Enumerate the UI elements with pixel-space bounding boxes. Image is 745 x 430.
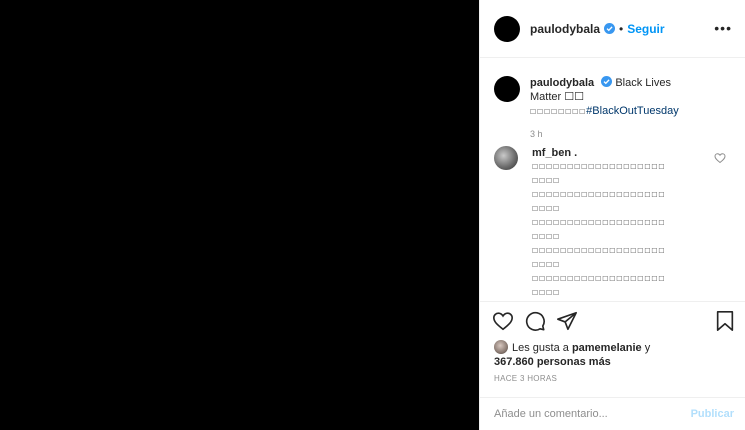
comment-text-line: ☐☐☐☐☐☐☐☐☐☐☐☐☐☐☐☐☐☐☐ bbox=[532, 217, 666, 228]
comment-row: mf_ben . ☐☐☐☐☐☐☐☐☐☐☐☐☐☐☐☐☐☐☐ ☐☐☐☐ ☐☐☐☐☐☐… bbox=[494, 146, 702, 300]
publish-button[interactable]: Publicar bbox=[691, 408, 734, 420]
heart-icon[interactable] bbox=[492, 310, 514, 332]
post-header: paulodybala • Seguir ••• bbox=[480, 0, 745, 58]
likes-count[interactable]: 367.860 personas más bbox=[494, 356, 611, 368]
caption-hashtag[interactable]: #BlackOutTuesday bbox=[586, 105, 679, 117]
comment-text-line: ☐☐☐☐ bbox=[532, 287, 561, 298]
separator-dot: • bbox=[619, 21, 624, 36]
post-actions: Les gusta a pamemelanie y 367.860 person… bbox=[480, 301, 745, 397]
comment-text-line: ☐☐☐☐ bbox=[532, 259, 561, 270]
verified-badge-icon bbox=[604, 23, 616, 34]
caption-row: paulodybala Black Lives Matter ☐☐ ☐☐☐☐☐☐… bbox=[494, 76, 700, 141]
likes-prefix: Les gusta a bbox=[512, 342, 572, 354]
caption-timestamp[interactable]: 3 h bbox=[530, 127, 700, 141]
comment-like-heart-icon[interactable] bbox=[714, 152, 726, 164]
post-side-panel: paulodybala • Seguir ••• paulodybala Bla… bbox=[479, 0, 745, 430]
comment-text-line: ☐☐☐☐ bbox=[532, 231, 561, 242]
comment-text-line: ☐☐☐☐☐☐☐☐☐☐☐☐☐☐☐☐☐☐☐ bbox=[532, 189, 666, 200]
likes-summary: Les gusta a pamemelanie y 367.860 person… bbox=[494, 340, 650, 369]
comments-section[interactable]: paulodybala Black Lives Matter ☐☐ ☐☐☐☐☐☐… bbox=[480, 58, 745, 301]
caption-author-avatar[interactable] bbox=[494, 76, 520, 102]
comment-text-line: ☐☐☐☐☐☐☐☐☐☐☐☐☐☐☐☐☐☐☐ bbox=[532, 245, 666, 256]
caption-username[interactable]: paulodybala bbox=[530, 77, 594, 89]
liker-username[interactable]: pamemelanie bbox=[572, 342, 642, 354]
liker-avatar[interactable] bbox=[494, 340, 508, 354]
add-comment-bar: Publicar bbox=[480, 397, 745, 430]
commenter-avatar[interactable] bbox=[494, 146, 518, 170]
author-avatar[interactable] bbox=[494, 15, 520, 42]
more-options-icon[interactable]: ••• bbox=[714, 21, 732, 35]
bookmark-icon[interactable] bbox=[714, 310, 736, 332]
comment-input[interactable] bbox=[494, 408, 691, 420]
caption-text-line2: ☐☐☐☐☐☐☐☐ bbox=[530, 106, 587, 117]
post-timestamp[interactable]: HACE 3 HORAS bbox=[494, 374, 557, 383]
comment-text-line: ☐☐☐☐☐☐☐☐☐☐☐☐☐☐☐☐☐☐☐ bbox=[532, 161, 666, 172]
follow-button[interactable]: Seguir bbox=[627, 22, 664, 36]
comment-icon[interactable] bbox=[524, 310, 546, 332]
post-image bbox=[0, 0, 479, 430]
share-icon[interactable] bbox=[556, 310, 578, 332]
comment-text-line: ☐☐☐☐ bbox=[532, 203, 561, 214]
author-username[interactable]: paulodybala bbox=[530, 22, 600, 36]
likes-conj: y bbox=[641, 342, 651, 354]
comment-text-line: ☐☐☐☐☐☐☐☐☐☐☐☐☐☐☐☐☐☐☐ bbox=[532, 273, 666, 284]
commenter-username[interactable]: mf_ben . bbox=[532, 146, 702, 160]
comment-text-line: ☐☐☐☐ bbox=[532, 175, 561, 186]
verified-badge-icon bbox=[601, 76, 613, 87]
